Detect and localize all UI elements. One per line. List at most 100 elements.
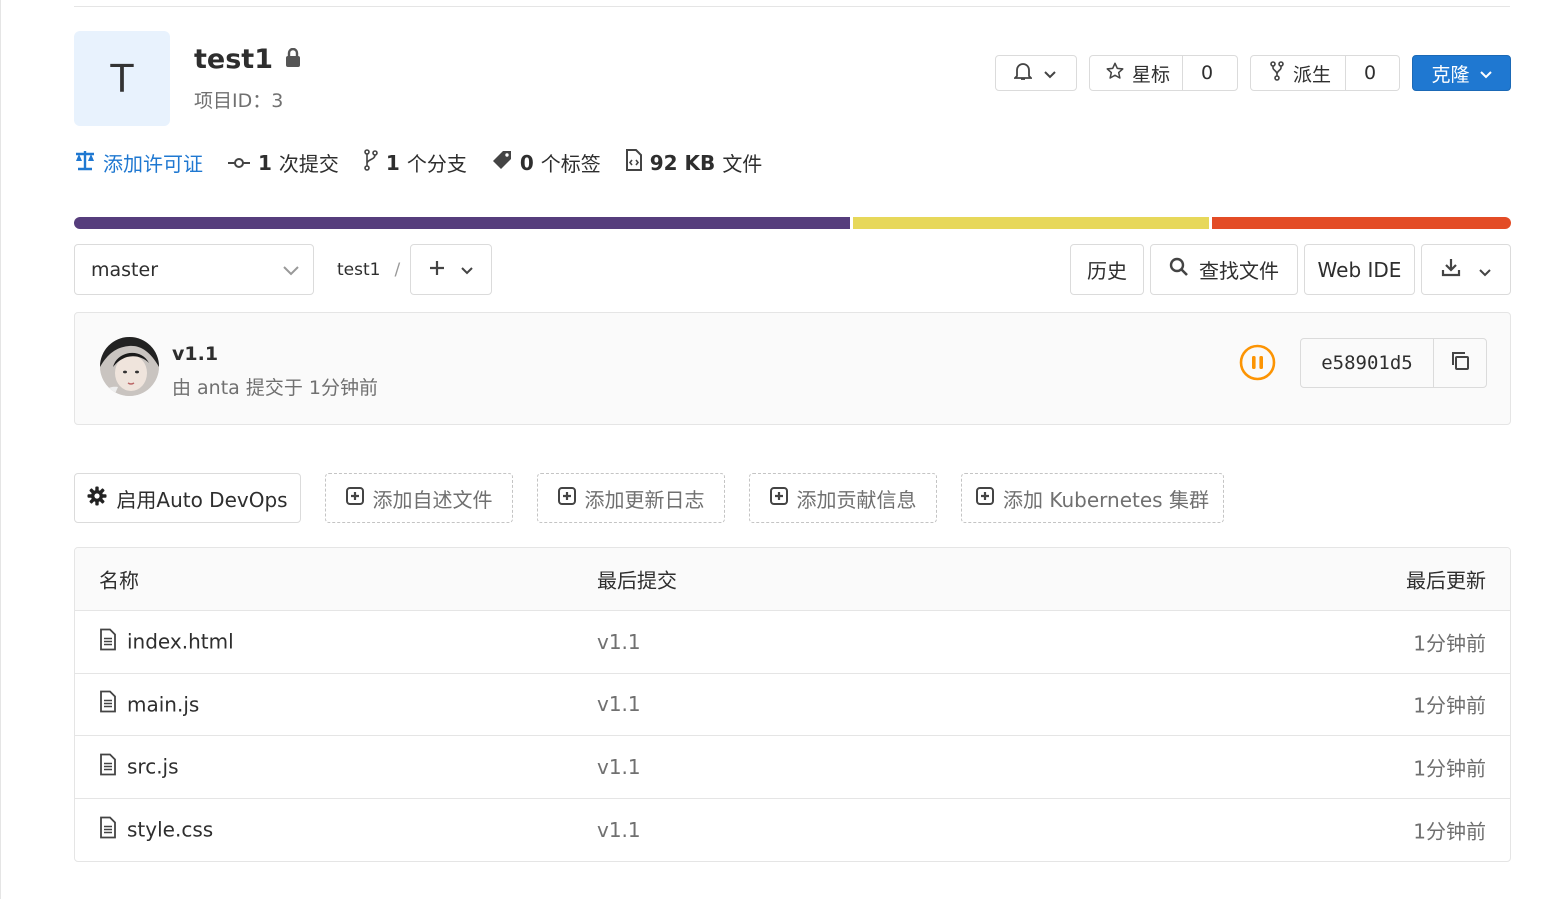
chevron-down-icon: [1479, 62, 1492, 84]
commits-link[interactable]: 1 次提交: [227, 148, 339, 177]
file-last-commit[interactable]: v1.1: [597, 818, 641, 842]
plus-square-icon: [345, 486, 364, 510]
file-icon: [99, 753, 117, 780]
plus-icon: [429, 260, 445, 280]
file-icon: [99, 690, 117, 718]
clone-button[interactable]: 克隆: [1412, 55, 1511, 91]
last-commit-panel: v1.1 由 anta 提交于 1分钟前 e58901d5: [74, 312, 1511, 425]
table-row[interactable]: index.html v1.1 1分钟前: [75, 611, 1510, 674]
language-bar-segment[interactable]: [74, 217, 850, 229]
fork-button[interactable]: 派生 0: [1250, 55, 1400, 91]
star-button[interactable]: 星标 0: [1089, 55, 1238, 91]
file-code-icon: [625, 149, 643, 176]
table-row[interactable]: src.js v1.1 1分钟前: [75, 736, 1510, 799]
commit-author-avatar[interactable]: [100, 337, 159, 396]
project-stats: 添加许可证 1 次提交 1 个分支 0 个标签 92 KB 文件: [74, 148, 786, 177]
file-name[interactable]: main.js: [127, 692, 199, 716]
add-changelog-button[interactable]: 添加更新日志: [537, 473, 725, 523]
add-license-label: 添加许可证: [103, 152, 203, 176]
tags-link[interactable]: 0 个标签: [491, 148, 601, 177]
star-count[interactable]: 0: [1182, 56, 1231, 90]
clone-label: 克隆: [1431, 63, 1470, 86]
enable-auto-devops-button[interactable]: 启用Auto DevOps: [74, 473, 301, 523]
commit-meta: 由 anta 提交于 1分钟前: [172, 377, 378, 399]
branch-icon: [363, 149, 379, 176]
copy-sha-button[interactable]: [1434, 339, 1486, 387]
tag-icon: [491, 149, 513, 176]
add-readme-label: 添加自述文件: [372, 487, 493, 512]
commit-title[interactable]: v1.1: [172, 343, 218, 365]
fork-label: 派生: [1293, 63, 1332, 86]
file-icon: [99, 816, 117, 843]
file-name-cell[interactable]: src.js: [99, 753, 179, 780]
notification-dropdown[interactable]: [995, 55, 1077, 91]
fork-count[interactable]: 0: [1345, 56, 1394, 90]
star-icon: [1106, 62, 1124, 85]
commit-sha[interactable]: e58901d5: [1301, 339, 1434, 387]
repository-language-bar: [74, 217, 1511, 229]
commits-label: 次提交: [278, 152, 339, 176]
column-header-last-commit: 最后提交: [597, 568, 677, 593]
breadcrumb: test1 /: [337, 260, 400, 280]
file-name-cell[interactable]: style.css: [99, 816, 213, 843]
plus-square-icon: [976, 486, 995, 510]
language-bar-segment[interactable]: [1209, 217, 1511, 229]
breadcrumb-project[interactable]: test1: [337, 260, 380, 280]
file-last-commit[interactable]: v1.1: [597, 630, 641, 654]
history-button[interactable]: 历史: [1070, 244, 1144, 295]
project-title: test1: [194, 44, 301, 75]
file-last-update: 1分钟前: [1413, 819, 1486, 844]
branches-link[interactable]: 1 个分支: [363, 148, 467, 177]
branch-selector[interactable]: master: [74, 244, 314, 295]
plus-square-icon: [557, 486, 576, 510]
chevron-down-icon: [461, 260, 473, 279]
table-row[interactable]: style.css v1.1 1分钟前: [75, 799, 1510, 862]
web-ide-button[interactable]: Web IDE: [1304, 244, 1415, 295]
scale-icon: [74, 149, 96, 176]
table-row[interactable]: main.js v1.1 1分钟前: [75, 674, 1510, 736]
download-icon: [1441, 257, 1461, 282]
project-avatar: T: [74, 31, 170, 126]
project-name[interactable]: test1: [194, 44, 273, 75]
column-header-last-update: 最后更新: [1406, 568, 1486, 593]
gear-icon: [87, 486, 107, 511]
top-divider: [74, 6, 1510, 7]
add-readme-button[interactable]: 添加自述文件: [325, 473, 513, 523]
add-license-link[interactable]: 添加许可证: [74, 148, 203, 177]
branches-label: 个分支: [406, 152, 467, 176]
add-contributing-label: 添加贡献信息: [796, 487, 917, 512]
find-file-button[interactable]: 查找文件: [1150, 244, 1298, 295]
file-name[interactable]: index.html: [127, 630, 234, 654]
file-last-commit[interactable]: v1.1: [597, 692, 641, 716]
file-last-update: 1分钟前: [1413, 631, 1486, 656]
history-label: 历史: [1087, 259, 1127, 283]
tags-label: 个标签: [540, 152, 601, 176]
file-name-cell[interactable]: index.html: [99, 628, 234, 655]
add-kubernetes-cluster-label: 添加 Kubernetes 集群: [1003, 487, 1209, 512]
file-name[interactable]: src.js: [127, 755, 179, 779]
pipeline-status-paused-icon[interactable]: [1239, 344, 1276, 381]
file-last-update: 1分钟前: [1413, 756, 1486, 781]
file-last-commit[interactable]: v1.1: [597, 755, 641, 779]
bell-icon: [1012, 61, 1034, 86]
file-name[interactable]: style.css: [127, 818, 213, 842]
language-bar-segment[interactable]: [849, 217, 1210, 229]
file-tree-table: 名称 最后提交 最后更新 index.html v1.1 1分钟前 main.j…: [74, 547, 1511, 862]
project-avatar-letter: T: [110, 56, 134, 101]
chevron-down-icon: [1044, 62, 1056, 84]
add-contributing-button[interactable]: 添加贡献信息: [749, 473, 937, 523]
commit-icon: [227, 151, 251, 175]
chevron-down-icon: [283, 259, 299, 281]
table-header: 名称 最后提交 最后更新: [75, 548, 1510, 611]
add-kubernetes-cluster-button[interactable]: 添加 Kubernetes 集群: [961, 473, 1224, 523]
download-dropdown[interactable]: [1421, 244, 1511, 295]
project-id: 项目ID：3: [194, 90, 284, 112]
page-left-border: [0, 0, 1, 899]
file-last-update: 1分钟前: [1413, 693, 1486, 718]
storage-size-value: 92 KB: [649, 150, 716, 175]
plus-square-icon: [769, 486, 788, 510]
file-name-cell[interactable]: main.js: [99, 690, 199, 718]
storage-size-label: 文件: [722, 152, 763, 176]
column-header-name: 名称: [99, 568, 139, 593]
add-file-dropdown[interactable]: [410, 244, 492, 295]
